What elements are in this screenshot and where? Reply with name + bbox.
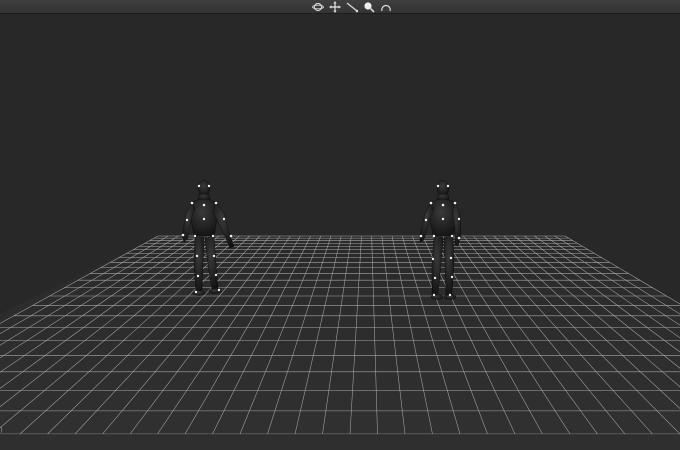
undo-tool-button[interactable] (379, 1, 393, 13)
viewport-toolbar (0, 0, 680, 14)
orbit-icon (312, 2, 324, 11)
undo-icon (381, 4, 391, 11)
line-icon (346, 1, 358, 12)
zoom-icon (364, 1, 375, 13)
scene-canvas[interactable] (0, 14, 680, 434)
zoom-tool-button[interactable] (362, 1, 376, 13)
status-bar (0, 434, 680, 450)
3d-viewport[interactable]: ) (0, 14, 680, 434)
left-edge-indicator: ) (0, 426, 3, 434)
navigation-tools (311, 0, 393, 13)
move-tool-button[interactable] (328, 1, 342, 13)
move-icon (329, 1, 341, 12)
orbit-tool-button[interactable] (311, 1, 325, 13)
floor-plane (0, 236, 680, 434)
line-tool-button[interactable] (345, 1, 359, 13)
